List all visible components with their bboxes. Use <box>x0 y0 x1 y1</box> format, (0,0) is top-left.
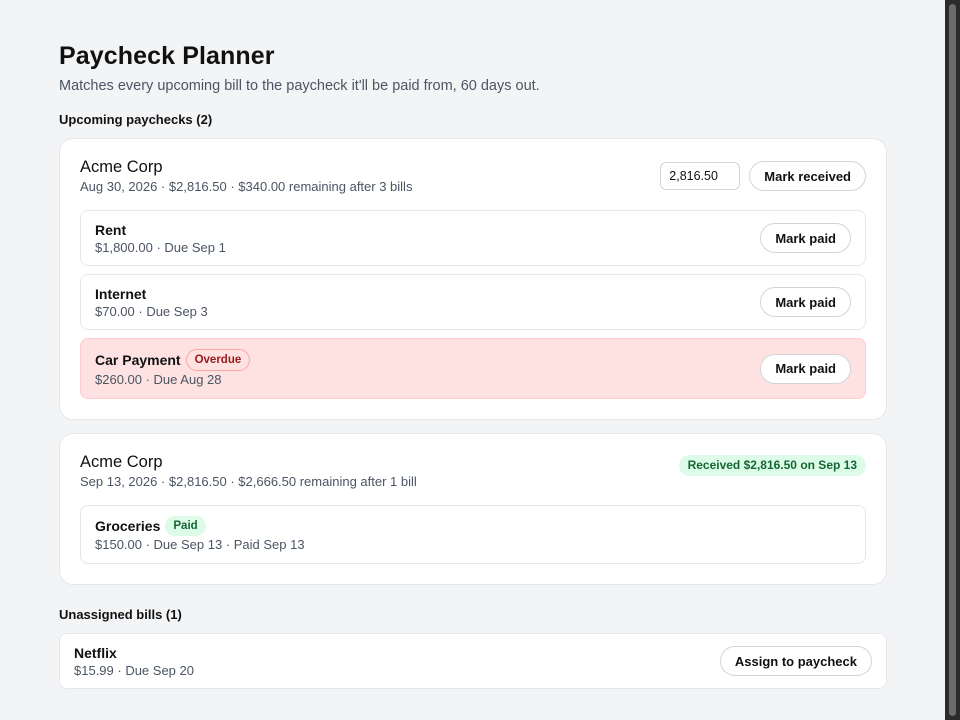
paid-badge: Paid <box>165 516 206 536</box>
mark-received-button[interactable]: Mark received <box>749 161 866 191</box>
unassigned-bills-heading: Unassigned bills (1) <box>59 607 182 622</box>
paycheck-summary: Sep 13, 2026 · $2,816.50 · $2,666.50 rem… <box>80 474 417 489</box>
paycheck-header: Acme Corp Aug 30, 2026 · $2,816.50 · $34… <box>80 157 866 195</box>
bill-name: Rent <box>95 221 226 239</box>
bill-name: Netflix <box>74 644 194 662</box>
paycheck-actions: Mark received <box>660 161 866 191</box>
bill-name-text: Netflix <box>74 644 117 661</box>
paycheck-card: Acme Corp Aug 30, 2026 · $2,816.50 · $34… <box>59 138 887 420</box>
paycheck-employer: Acme Corp <box>80 453 163 471</box>
received-amount-input[interactable] <box>660 162 741 190</box>
bill-name: Groceries Paid <box>95 516 305 536</box>
mark-paid-button[interactable]: Mark paid <box>760 287 851 317</box>
bill-row-groceries: Groceries Paid $150.00 · Due Sep 13 · Pa… <box>80 505 866 564</box>
overdue-badge: Overdue <box>185 349 251 371</box>
bill-name-text: Car Payment <box>95 352 181 368</box>
paycheck-employer: Acme Corp <box>80 158 163 176</box>
assign-to-paycheck-button[interactable]: Assign to paycheck <box>719 646 872 676</box>
paycheck-card: Acme Corp Sep 13, 2026 · $2,816.50 · $2,… <box>59 433 887 585</box>
bill-details: $15.99 · Due Sep 20 <box>74 662 194 678</box>
bill-details: $1,800.00 · Due Sep 1 <box>95 239 226 255</box>
mark-paid-button[interactable]: Mark paid <box>760 353 851 384</box>
unassigned-bill-row: Netflix $15.99 · Due Sep 20 Assign to pa… <box>59 633 887 689</box>
page: Paycheck Planner Matches every upcoming … <box>59 40 887 689</box>
mark-paid-button[interactable]: Mark paid <box>760 223 851 253</box>
paycheck-summary: Aug 30, 2026 · $2,816.50 · $340.00 remai… <box>80 179 413 194</box>
bill-name-text: Rent <box>95 221 127 238</box>
paycheck-header: Acme Corp Sep 13, 2026 · $2,816.50 · $2,… <box>80 452 866 490</box>
received-status-badge: Received $2,816.50 on Sep 13 <box>678 455 866 476</box>
bill-list: Rent $1,800.00 · Due Sep 1 Mark paid Int… <box>80 210 866 399</box>
upcoming-paychecks-heading: Upcoming paychecks (2) <box>59 112 213 127</box>
bill-name-text: Internet <box>95 285 147 302</box>
bill-name: Car Payment Overdue <box>95 349 251 371</box>
bill-details: $260.00 · Due Aug 28 <box>95 372 222 387</box>
bill-list: Groceries Paid $150.00 · Due Sep 13 · Pa… <box>80 505 866 564</box>
bill-details: $70.00 · Due Sep 3 <box>95 303 208 319</box>
bill-row-rent: Rent $1,800.00 · Due Sep 1 Mark paid <box>80 210 866 266</box>
bill-row-car-payment: Car Payment Overdue $260.00 · Due Aug 28… <box>80 338 866 399</box>
bill-row-internet: Internet $70.00 · Due Sep 3 Mark paid <box>80 274 866 330</box>
scrollbar-thumb[interactable] <box>949 4 956 716</box>
bill-details: $150.00 · Due Sep 13 · Paid Sep 13 <box>95 537 305 552</box>
bill-name: Internet <box>95 285 208 303</box>
bill-name-text: Groceries <box>95 518 161 534</box>
page-title: Paycheck Planner <box>59 42 275 70</box>
vertical-scrollbar[interactable] <box>945 0 960 720</box>
page-subtitle: Matches every upcoming bill to the paych… <box>59 78 540 94</box>
